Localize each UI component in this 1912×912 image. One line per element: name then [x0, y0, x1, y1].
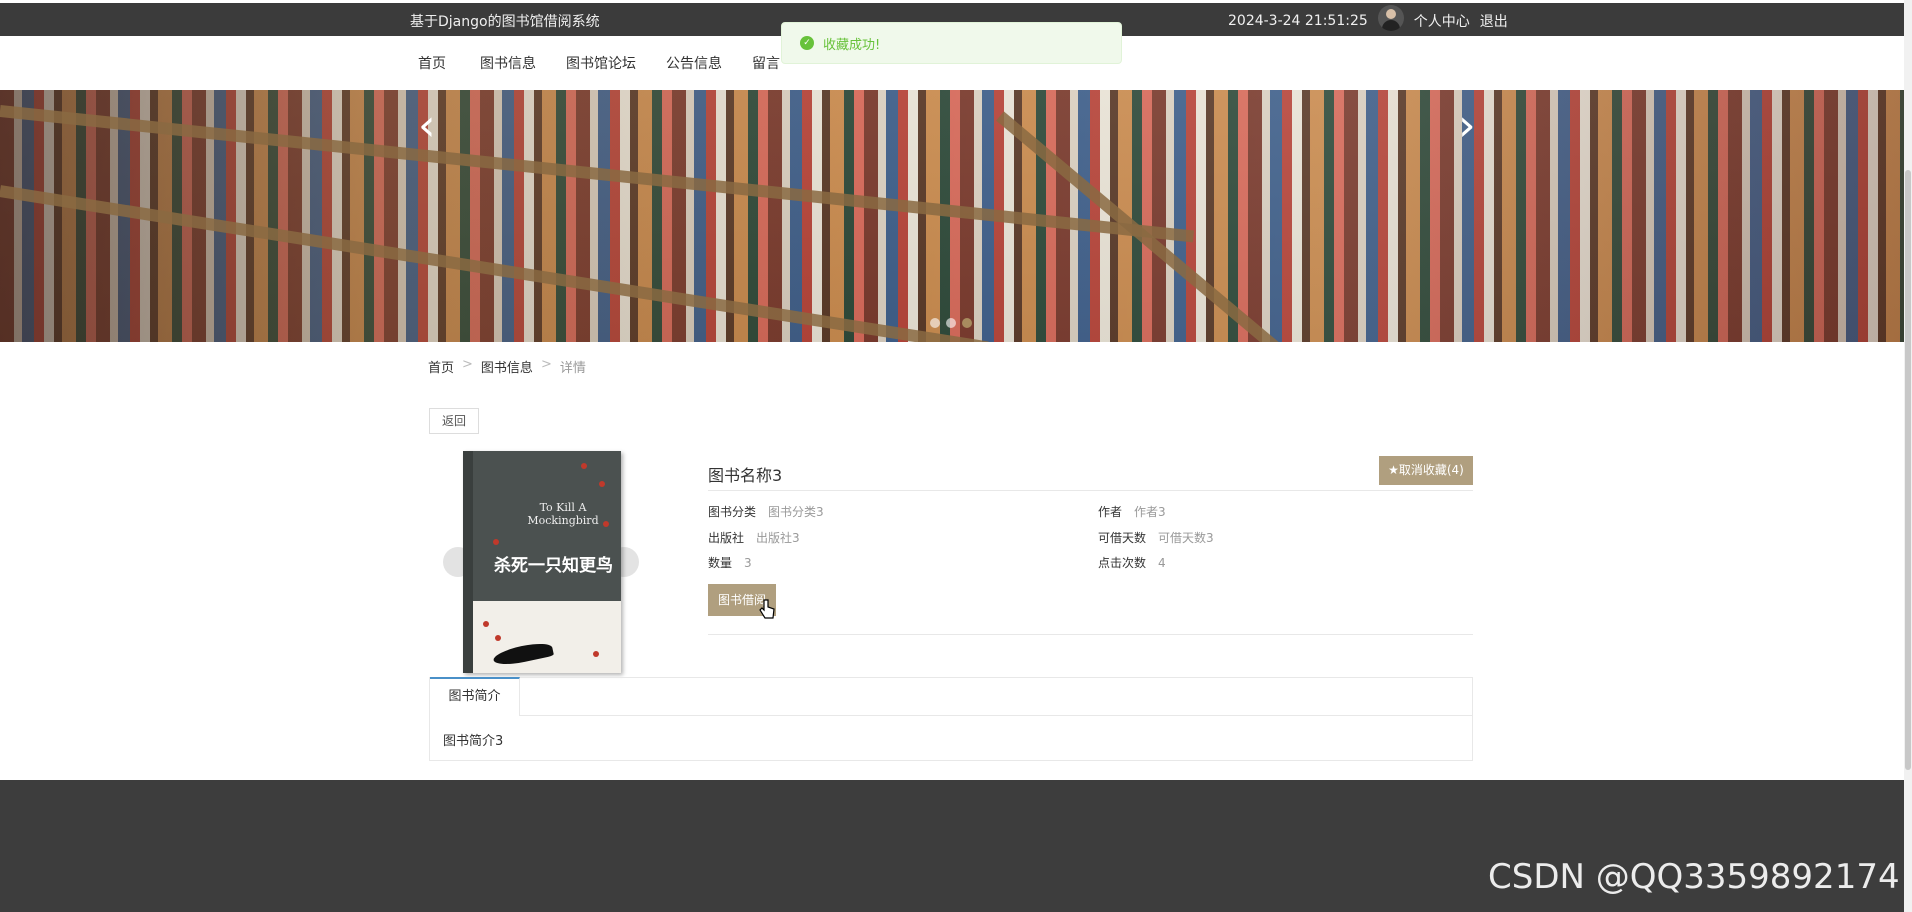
- breadcrumb-current: 详情: [559, 361, 586, 376]
- cover-decoration: [593, 651, 599, 657]
- breadcrumb-home[interactable]: 首页: [428, 357, 454, 376]
- field-value: 可借天数3: [1158, 531, 1214, 545]
- banner-carousel[interactable]: ‹ ›: [0, 90, 1904, 342]
- page-scrollbar[interactable]: [1904, 0, 1912, 912]
- tab-intro[interactable]: 图书简介: [430, 677, 520, 716]
- field-category: 图书分类 图书分类3: [708, 503, 824, 520]
- field-value: 作者3: [1134, 505, 1166, 519]
- cover-carousel: To Kill A Mockingbird 杀死一只知更鸟: [443, 451, 639, 673]
- check-icon: ✓: [800, 36, 814, 50]
- field-label: 图书分类: [708, 505, 757, 519]
- cover-cn-title: 杀死一只知更鸟: [494, 556, 613, 576]
- carousel-dot[interactable]: [930, 318, 940, 328]
- field-label: 出版社: [708, 531, 745, 545]
- breadcrumb: 首页 > 图书信息 > 详情: [428, 357, 586, 376]
- field-label: 作者: [1098, 505, 1123, 519]
- cover-lower-panel: [473, 601, 621, 673]
- book-title: 图书名称3: [708, 466, 783, 485]
- tabs-header: 图书简介: [430, 677, 1472, 716]
- nav-item-forum[interactable]: 图书馆论坛: [566, 53, 636, 73]
- cover-decoration: [599, 481, 605, 487]
- cover-decoration: [581, 463, 587, 469]
- scrollbar-thumb[interactable]: [1905, 170, 1911, 770]
- field-publisher: 出版社 出版社3: [708, 529, 800, 546]
- divider: [708, 634, 1473, 635]
- chevron-left-icon[interactable]: ‹: [418, 100, 436, 151]
- carousel-dot[interactable]: [946, 318, 956, 328]
- field-value: 3: [744, 556, 752, 570]
- cover-bird: [491, 639, 555, 669]
- datetime: 2024-3-24 21:51:25: [1228, 13, 1368, 29]
- nav-item-books[interactable]: 图书信息: [480, 53, 536, 73]
- field-value: 出版社3: [756, 531, 800, 545]
- back-button[interactable]: 返回: [429, 408, 479, 434]
- site-title: 基于Django的图书馆借阅系统: [410, 14, 600, 30]
- top-right-group: 2024-3-24 21:51:25 个人中心 退出: [1228, 5, 1508, 31]
- avatar[interactable]: [1377, 5, 1404, 31]
- breadcrumb-separator: >: [462, 357, 473, 372]
- nav-item-home[interactable]: 首页: [418, 53, 446, 73]
- toast-message: 收藏成功!: [823, 37, 881, 53]
- intro-tabs: 图书简介 图书简介3: [429, 677, 1473, 761]
- hand-cursor-icon: [759, 599, 775, 619]
- nav-item-messages[interactable]: 留言: [752, 53, 780, 73]
- field-label: 数量: [708, 556, 733, 570]
- cover-decoration: [603, 521, 609, 527]
- success-toast: ✓ 收藏成功!: [781, 22, 1122, 64]
- field-quantity: 数量 3: [708, 554, 752, 571]
- cover-en-title: To Kill A Mockingbird: [527, 501, 599, 527]
- cover-spine: [463, 451, 473, 673]
- cover-decoration: [483, 621, 489, 627]
- field-label: 点击次数: [1098, 556, 1147, 570]
- field-loan-days: 可借天数 可借天数3: [1098, 529, 1214, 546]
- carousel-dot-active[interactable]: [962, 318, 972, 328]
- cover-decoration: [493, 539, 499, 545]
- field-value: 4: [1158, 556, 1166, 570]
- logout-link[interactable]: 退出: [1480, 11, 1508, 31]
- divider: [708, 490, 1473, 491]
- chevron-right-icon[interactable]: ›: [1458, 100, 1476, 151]
- intro-content: 图书简介3: [443, 734, 504, 749]
- nav-item-notices[interactable]: 公告信息: [666, 53, 722, 73]
- watermark: CSDN @QQ3359892174: [1488, 857, 1900, 897]
- cover-decoration: [495, 635, 501, 641]
- breadcrumb-separator: >: [540, 357, 552, 372]
- book-cover-image: To Kill A Mockingbird 杀死一只知更鸟: [463, 451, 621, 673]
- profile-link[interactable]: 个人中心: [1414, 11, 1470, 31]
- field-clicks: 点击次数 4: [1098, 554, 1166, 571]
- field-author: 作者 作者3: [1098, 503, 1166, 520]
- banner-shelf: [0, 185, 989, 342]
- breadcrumb-section[interactable]: 图书信息: [481, 357, 533, 376]
- field-value: 图书分类3: [768, 505, 824, 519]
- field-label: 可借天数: [1098, 531, 1147, 545]
- cancel-favorite-button[interactable]: ★取消收藏(4): [1379, 456, 1473, 485]
